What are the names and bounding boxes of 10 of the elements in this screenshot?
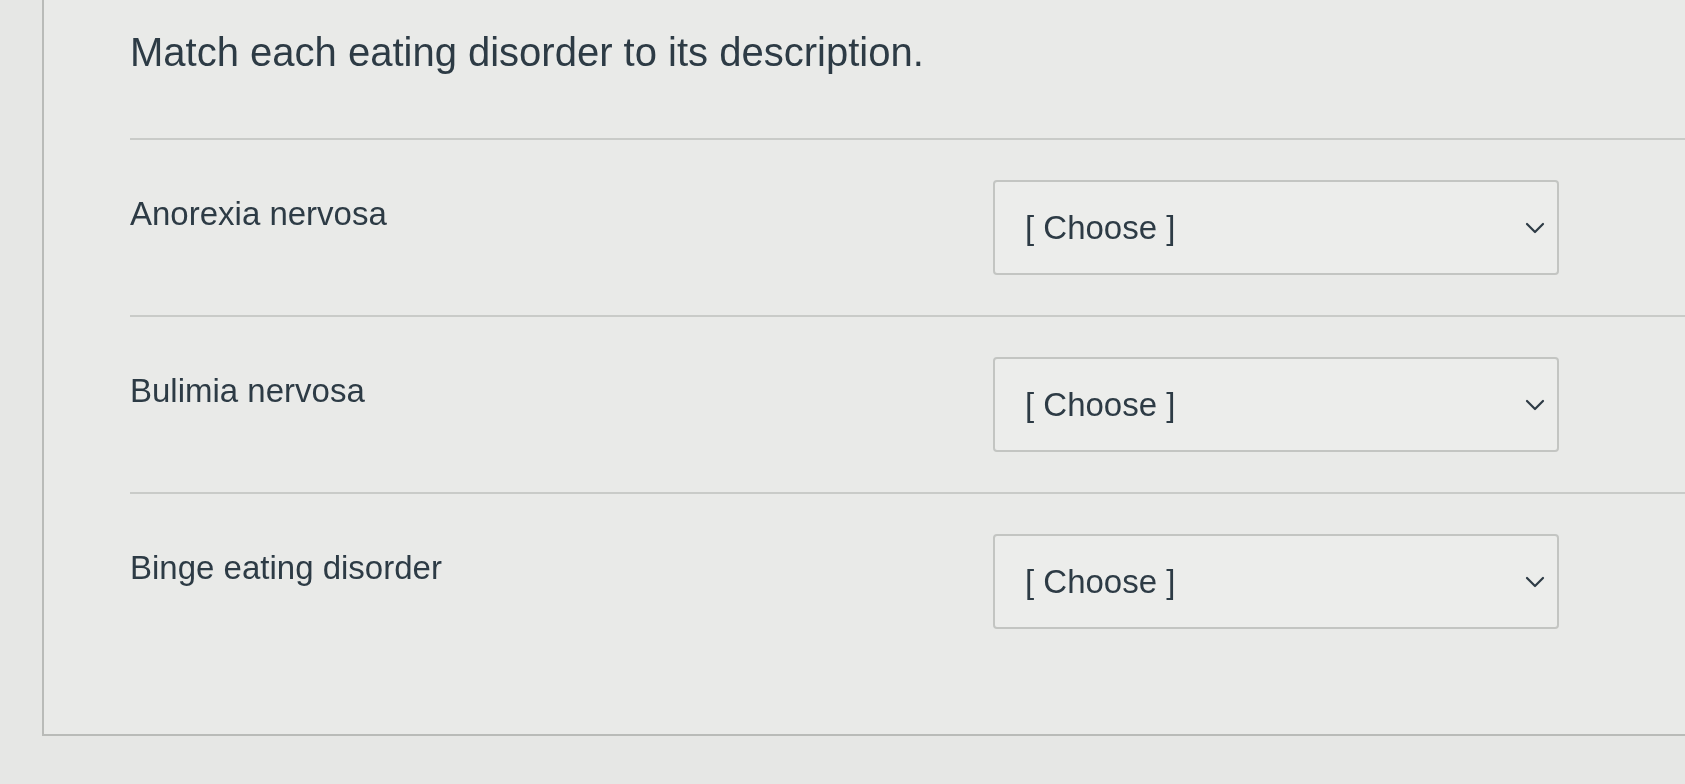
chevron-down-icon [1525, 575, 1545, 588]
chevron-down-icon [1525, 221, 1545, 234]
term-label: Bulimia nervosa [130, 371, 365, 411]
dropdown-select[interactable]: [ Choose ] [993, 357, 1559, 452]
chevron-down-icon [1525, 398, 1545, 411]
term-label: Binge eating disorder [130, 548, 442, 588]
term-label: Anorexia nervosa [130, 194, 387, 234]
question-text: Match each eating disorder to its description. [130, 29, 924, 76]
dropdown-select[interactable]: [ Choose ] [993, 180, 1559, 275]
dropdown-select[interactable]: [ Choose ] [993, 534, 1559, 629]
